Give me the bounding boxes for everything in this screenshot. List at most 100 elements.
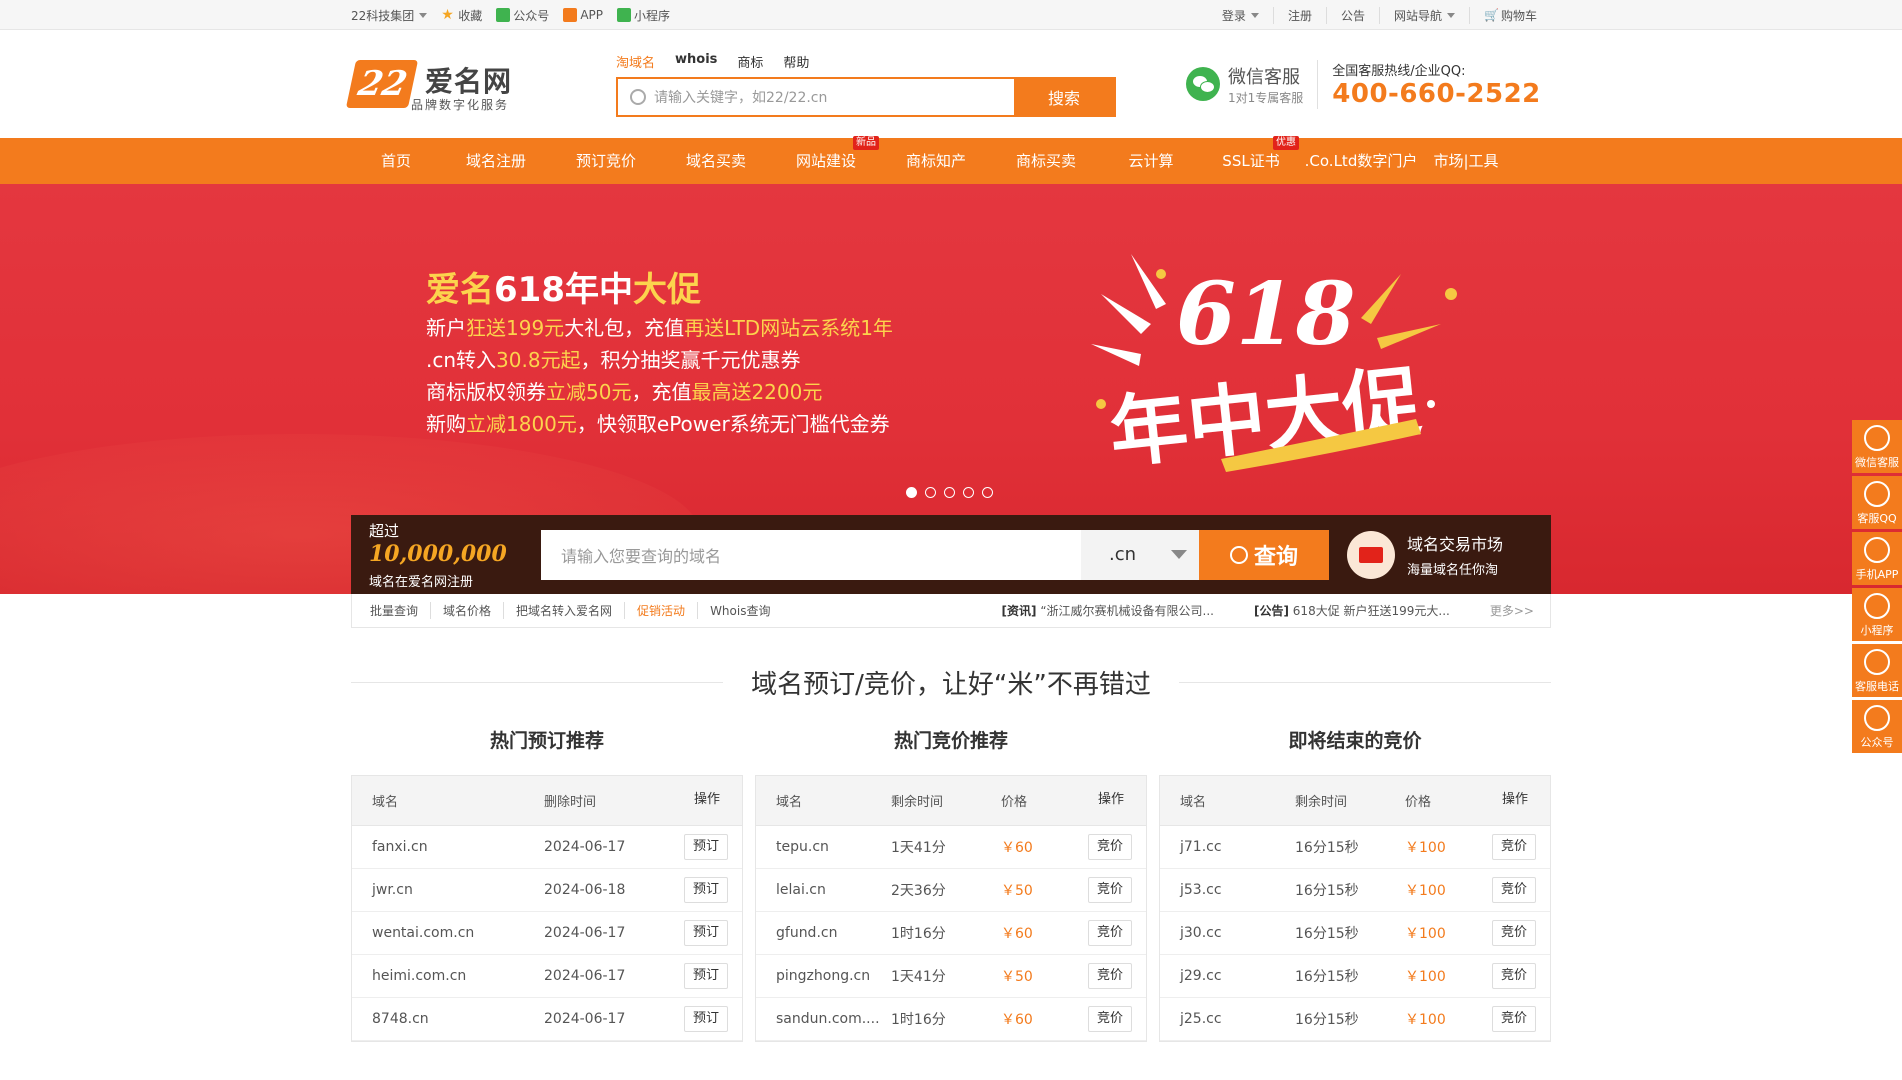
bid-button[interactable]: 竞价 [1491, 963, 1536, 989]
bid-button[interactable]: 竞价 [1087, 963, 1132, 989]
nav-item[interactable]: 首页 [351, 138, 441, 184]
login-menu[interactable]: 登录 [1208, 7, 1273, 24]
search-tab-whois[interactable]: whois [675, 52, 717, 71]
nav-item[interactable]: 市场|工具 [1421, 138, 1511, 184]
domain-cell[interactable]: fanxi.cn [372, 839, 544, 855]
search-input[interactable]: 请输入关键字，如22/22.cn [618, 79, 1014, 115]
side-item[interactable]: 手机APP [1852, 532, 1902, 585]
reserve-table: 域名 删除时间 操作 fanxi.cn 2024-06-17 预订 jwr.cn 202… [351, 775, 743, 1042]
nav-item[interactable]: 商标买卖 [991, 138, 1101, 184]
notice-link[interactable]: 公告 [1325, 6, 1379, 24]
bid-button[interactable]: 竞价 [1491, 1006, 1536, 1032]
bid-button[interactable]: 竞价 [1087, 1006, 1132, 1032]
nav-item[interactable]: 预订竞价 [551, 138, 661, 184]
bid-button[interactable]: 竞价 [1491, 877, 1536, 903]
domain-suffix-select[interactable]: .cn [1081, 529, 1199, 580]
more-link[interactable]: 更多>> [1490, 602, 1534, 619]
domain-search-strip: 超过 10,000,000 域名在爱名网注册 请输入您要查询的域名 .cn 查询… [351, 515, 1551, 594]
phone-icon [1864, 537, 1890, 563]
domain-query-button[interactable]: 查询 [1199, 529, 1329, 580]
gzh-link[interactable]: 公众号 [496, 7, 549, 24]
nav-item[interactable]: 商标知产 [881, 138, 991, 184]
search-tab-domain[interactable]: 淘域名 [616, 52, 655, 71]
logo[interactable]: 22 爱名网 品牌数字化服务 [345, 54, 551, 114]
search-button[interactable]: 搜索 [1014, 78, 1114, 115]
quick-link-price[interactable]: 域名价格 [430, 602, 503, 619]
domain-cell[interactable]: gfund.cn [776, 925, 891, 941]
domain-cell[interactable]: 8748.cn [372, 1011, 544, 1027]
nav-item-label: 域名买卖 [685, 152, 746, 170]
section-header: 域名预订/竞价，让好“米”不再错过 [351, 664, 1552, 701]
domain-cell[interactable]: j30.cc [1180, 925, 1295, 941]
domain-cell[interactable]: jwr.cn [372, 882, 544, 898]
reserve-button[interactable]: 预订 [683, 920, 728, 946]
reserve-button[interactable]: 预订 [683, 877, 728, 903]
miniprogram-icon [1864, 593, 1890, 619]
group-menu[interactable]: 22科技集团 [351, 7, 428, 24]
chevron-down-icon [419, 12, 428, 18]
nav-item[interactable]: SSL证书 优惠 [1201, 136, 1301, 184]
nav-badge: 优惠 [1273, 136, 1299, 150]
carousel-dot[interactable] [982, 487, 993, 498]
domain-cell[interactable]: heimi.com.cn [372, 968, 544, 984]
side-item[interactable]: 客服QQ [1852, 476, 1902, 529]
side-item[interactable]: 客服电话 [1852, 644, 1902, 697]
app-link[interactable]: APP [563, 8, 603, 22]
bid-button[interactable]: 竞价 [1087, 877, 1132, 903]
domain-cell[interactable]: j25.cc [1180, 1011, 1295, 1027]
sitenav-label: 网站导航 [1393, 8, 1442, 23]
domain-market-link[interactable]: 域名交易市场 海量域名任你淘 [1347, 530, 1503, 579]
notice-item[interactable]: [公告] 618大促 新户狂送199元大... [1254, 602, 1450, 619]
table-row: j25.cc 16分15秒 ￥100 竞价 [1160, 998, 1550, 1041]
reserve-button[interactable]: 预订 [683, 1006, 728, 1032]
wechat-service[interactable]: 微信客服 1对1专属客服 [1186, 63, 1303, 106]
search-tab-trademark[interactable]: 商标 [737, 52, 763, 71]
miniprogram-link[interactable]: 小程序 [617, 7, 670, 24]
bid-button[interactable]: 竞价 [1087, 834, 1132, 860]
reserve-button[interactable]: 预订 [683, 963, 728, 989]
domain-cell[interactable]: tepu.cn [776, 839, 891, 855]
side-item[interactable]: 公众号 [1852, 700, 1902, 753]
shopping-basket-icon [1347, 530, 1395, 579]
domain-cell[interactable]: pingzhong.cn [776, 968, 891, 984]
quick-link-promo[interactable]: 促销活动 [624, 602, 697, 619]
nav-item[interactable]: 域名注册 [441, 138, 551, 184]
carousel-dot[interactable] [906, 487, 917, 498]
quick-link-batch[interactable]: 批量查询 [370, 602, 430, 619]
news-item[interactable]: [资讯] “浙江威尔赛机械设备有限公司... [1002, 602, 1214, 619]
search-tab-help[interactable]: 帮助 [783, 52, 809, 71]
quick-link-transfer[interactable]: 把域名转入爱名网 [503, 602, 624, 619]
domain-cell[interactable]: j29.cc [1180, 968, 1295, 984]
nav-item[interactable]: 网站建设 新品 [771, 136, 881, 184]
reserve-button[interactable]: 预订 [683, 834, 728, 860]
table-row: j30.cc 16分15秒 ￥100 竞价 [1160, 912, 1550, 955]
banner-line-1: 新户狂送199元大礼包，充值再送LTD网站云系统1年 [426, 312, 893, 341]
domain-cell[interactable]: j71.cc [1180, 839, 1295, 855]
carousel-dot[interactable] [925, 487, 936, 498]
carousel-dot[interactable] [944, 487, 955, 498]
nav-item[interactable]: 域名买卖 [661, 138, 771, 184]
side-item[interactable]: 微信客服 [1852, 420, 1902, 473]
register-link[interactable]: 注册 [1272, 6, 1326, 24]
side-item[interactable]: 小程序 [1852, 588, 1902, 641]
carousel-dot[interactable] [963, 487, 974, 498]
table-row: 8748.cn 2024-06-17 预订 [352, 998, 742, 1041]
wechat-icon [1864, 705, 1890, 731]
nav-item[interactable]: .Co.Ltd数字门户 [1301, 138, 1421, 184]
domain-cell[interactable]: sandun.com.... [776, 1011, 891, 1027]
bid-button[interactable]: 竞价 [1491, 834, 1536, 860]
domain-cell[interactable]: wentai.com.cn [372, 925, 544, 941]
promo-banner[interactable]: 爱名618年中大促 新户狂送199元大礼包，充值再送LTD网站云系统1年 .cn… [0, 184, 1902, 594]
nav-item[interactable]: 云计算 [1101, 138, 1201, 184]
domain-search-input[interactable]: 请输入您要查询的域名 [541, 529, 1081, 580]
logo-mark-text: 22 [354, 64, 411, 104]
bid-button[interactable]: 竞价 [1491, 920, 1536, 946]
quick-link-whois[interactable]: Whois查询 [697, 602, 782, 619]
sitenav-menu[interactable]: 网站导航 [1378, 6, 1469, 24]
domain-cell[interactable]: lelai.cn [776, 882, 891, 898]
bid-button[interactable]: 竞价 [1087, 920, 1132, 946]
cart-link[interactable]: 🛒 购物车 [1468, 6, 1551, 24]
gzh-label: 公众号 [513, 8, 550, 23]
favorite-link[interactable]: ★ 收藏 [441, 7, 482, 24]
domain-cell[interactable]: j53.cc [1180, 882, 1295, 898]
